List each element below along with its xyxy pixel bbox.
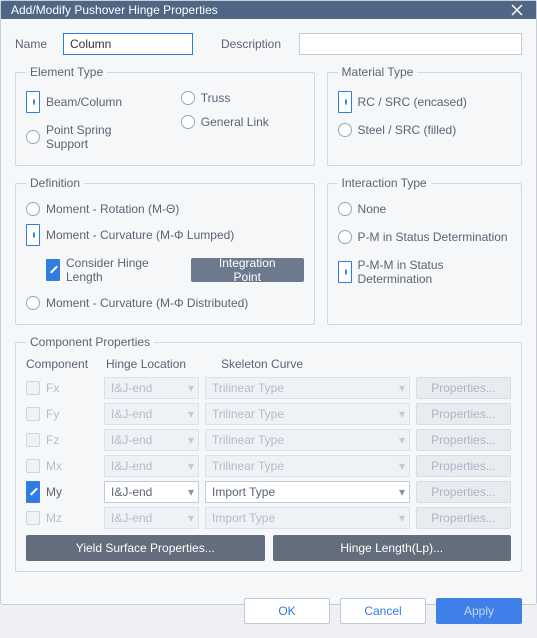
- skeleton-curve-my[interactable]: Import Type▾: [205, 481, 410, 503]
- radio-steel-src[interactable]: Steel / SRC (filled): [338, 123, 511, 137]
- hinge-location-mz: I&J-end▾: [104, 507, 199, 529]
- component-row-fx: Fx I&J-end▾ Trilinear Type▾ Properties..…: [26, 377, 511, 399]
- component-row-mz: Mz I&J-end▾ Import Type▾ Properties...: [26, 507, 511, 529]
- definition-legend: Definition: [26, 176, 84, 190]
- cancel-button[interactable]: Cancel: [340, 598, 426, 624]
- radio-interaction-none[interactable]: None: [338, 202, 511, 216]
- hinge-location-mx: I&J-end▾: [104, 455, 199, 477]
- chevron-down-icon: ▾: [399, 485, 405, 499]
- chevron-down-icon: ▾: [399, 459, 405, 473]
- radio-point-spring[interactable]: Point Spring Support: [26, 123, 149, 151]
- component-row-fz: Fz I&J-end▾ Trilinear Type▾ Properties..…: [26, 429, 511, 451]
- name-input[interactable]: [63, 33, 193, 55]
- header-skeleton-curve: Skeleton Curve: [221, 357, 511, 371]
- check-fx: [26, 381, 40, 395]
- interaction-type-legend: Interaction Type: [338, 176, 431, 190]
- radio-moment-curvature-distributed[interactable]: Moment - Curvature (M-Φ Distributed): [26, 296, 304, 310]
- ok-button[interactable]: OK: [244, 598, 330, 624]
- radio-interaction-pmm[interactable]: P-M-M in Status Determination: [338, 258, 511, 286]
- check-my[interactable]: [26, 481, 40, 503]
- component-row-my: My I&J-end▾ Import Type▾ Properties...: [26, 481, 511, 503]
- check-fz: [26, 433, 40, 447]
- properties-button-mz: Properties...: [416, 507, 511, 529]
- hinge-location-fz: I&J-end▾: [104, 429, 199, 451]
- chevron-down-icon: ▾: [188, 407, 194, 421]
- apply-button[interactable]: Apply: [436, 598, 522, 624]
- radio-general-link[interactable]: General Link: [181, 115, 304, 129]
- properties-button-my: Properties...: [416, 481, 511, 503]
- interaction-type-group: Interaction Type None P-M in Status Dete…: [327, 176, 522, 325]
- component-properties-group: Component Properties Component Hinge Loc…: [15, 335, 522, 572]
- title-bar: Add/Modify Pushover Hinge Properties: [1, 1, 536, 19]
- check-consider-hinge-length[interactable]: Consider Hinge Length: [46, 256, 181, 284]
- radio-rc-src[interactable]: RC / SRC (encased): [338, 91, 511, 113]
- element-type-group: Element Type Beam/Column Point Spring Su…: [15, 65, 315, 166]
- chevron-down-icon: ▾: [399, 511, 405, 525]
- name-label: Name: [15, 37, 55, 51]
- skeleton-curve-fx: Trilinear Type▾: [205, 377, 410, 399]
- component-properties-legend: Component Properties: [26, 335, 154, 349]
- radio-moment-rotation[interactable]: Moment - Rotation (M-Θ): [26, 202, 304, 216]
- component-row-mx: Mx I&J-end▾ Trilinear Type▾ Properties..…: [26, 455, 511, 477]
- check-mz: [26, 511, 40, 525]
- chevron-down-icon: ▾: [399, 407, 405, 421]
- chevron-down-icon: ▾: [188, 459, 194, 473]
- skeleton-curve-mz: Import Type▾: [205, 507, 410, 529]
- window-title: Add/Modify Pushover Hinge Properties: [11, 3, 508, 17]
- radio-truss[interactable]: Truss: [181, 91, 304, 105]
- header-component: Component: [26, 357, 106, 371]
- radio-beam-column[interactable]: Beam/Column: [26, 91, 149, 113]
- properties-button-fz: Properties...: [416, 429, 511, 451]
- description-input[interactable]: [299, 33, 522, 55]
- hinge-location-my[interactable]: I&J-end▾: [104, 481, 199, 503]
- chevron-down-icon: ▾: [399, 433, 405, 447]
- chevron-down-icon: ▾: [399, 381, 405, 395]
- chevron-down-icon: ▾: [188, 381, 194, 395]
- chevron-down-icon: ▾: [188, 485, 194, 499]
- check-mx: [26, 459, 40, 473]
- material-type-legend: Material Type: [338, 65, 418, 79]
- properties-button-fy: Properties...: [416, 403, 511, 425]
- skeleton-curve-fz: Trilinear Type▾: [205, 429, 410, 451]
- hinge-location-fy: I&J-end▾: [104, 403, 199, 425]
- skeleton-curve-mx: Trilinear Type▾: [205, 455, 410, 477]
- chevron-down-icon: ▾: [188, 511, 194, 525]
- dialog-body: Name Description Element Type Beam/Colum…: [1, 19, 536, 588]
- properties-button-fx: Properties...: [416, 377, 511, 399]
- integration-point-button[interactable]: Integration Point: [191, 258, 304, 282]
- dialog-footer: OK Cancel Apply: [1, 588, 536, 638]
- material-type-group: Material Type RC / SRC (encased) Steel /…: [327, 65, 522, 166]
- definition-group: Definition Moment - Rotation (M-Θ) Momen…: [15, 176, 315, 325]
- check-fy: [26, 407, 40, 421]
- element-type-legend: Element Type: [26, 65, 107, 79]
- description-label: Description: [221, 37, 291, 51]
- radio-moment-curvature-lumped[interactable]: Moment - Curvature (M-Φ Lumped): [26, 224, 304, 246]
- component-row-fy: Fy I&J-end▾ Trilinear Type▾ Properties..…: [26, 403, 511, 425]
- close-icon[interactable]: [508, 1, 526, 19]
- yield-surface-properties-button[interactable]: Yield Surface Properties...: [26, 535, 265, 561]
- radio-interaction-pm[interactable]: P-M in Status Determination: [338, 230, 511, 244]
- chevron-down-icon: ▾: [188, 433, 194, 447]
- skeleton-curve-fy: Trilinear Type▾: [205, 403, 410, 425]
- hinge-length-button[interactable]: Hinge Length(Lp)...: [273, 535, 512, 561]
- properties-button-mx: Properties...: [416, 455, 511, 477]
- hinge-location-fx: I&J-end▾: [104, 377, 199, 399]
- dialog-window: Add/Modify Pushover Hinge Properties Nam…: [0, 0, 537, 605]
- header-hinge-location: Hinge Location: [106, 357, 221, 371]
